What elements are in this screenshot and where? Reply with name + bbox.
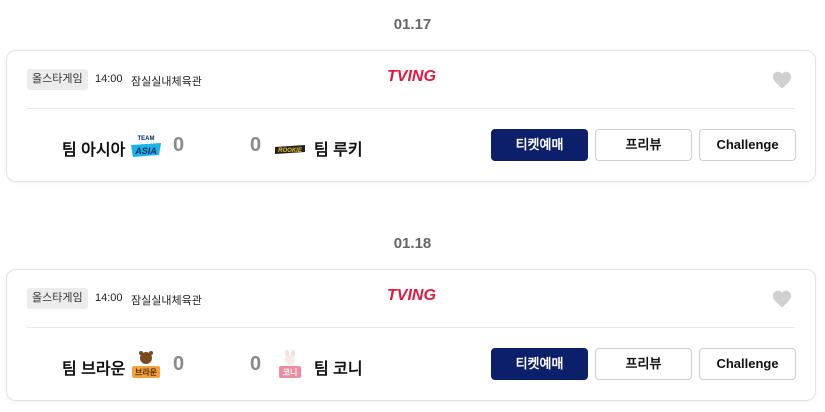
game-time: 14:00 — [95, 292, 123, 304]
heart-icon[interactable] — [771, 288, 793, 310]
ticket-button[interactable]: 티켓예매 — [491, 348, 588, 380]
away-score: 0 — [250, 134, 262, 156]
broadcaster-logo: TVING — [387, 287, 436, 304]
away-logo-text: 코니 — [283, 367, 298, 377]
challenge-button[interactable]: Challenge — [699, 348, 796, 380]
venue: 잠실실내체육관 — [131, 295, 202, 307]
ticket-button[interactable]: 티켓예매 — [491, 129, 588, 161]
home-logo-text: ASIA — [134, 146, 157, 156]
broadcaster-logo: TVING — [387, 68, 436, 85]
home-team-name: 팀 아시아 — [62, 142, 126, 159]
game-card: 올스타게임 14:00 잠실실내체육관 TVING 팀 아시아 TEAM ASI… — [6, 50, 816, 182]
preview-button[interactable]: 프리뷰 — [595, 129, 692, 161]
challenge-button[interactable]: Challenge — [699, 129, 796, 161]
game-time: 14:00 — [95, 73, 123, 85]
preview-button[interactable]: 프리뷰 — [595, 348, 692, 380]
game-type-badge: 올스타게임 — [27, 288, 88, 309]
game-date: 01.17 — [393, 16, 432, 33]
team-brown-logo-icon: 브라운 — [132, 351, 160, 378]
game-card: 올스타게임 14:00 잠실실내체육관 TVING 팀 브라운 브라운 0 0 … — [6, 269, 816, 401]
game-type-badge: 올스타게임 — [27, 69, 88, 90]
home-team-name: 팀 브라운 — [62, 361, 126, 378]
away-logo-text: ROOKIE — [278, 148, 303, 154]
away-score: 0 — [250, 353, 262, 375]
away-team-name: 팀 코니 — [314, 361, 363, 378]
away-team-name: 팀 루키 — [314, 142, 363, 159]
venue: 잠실실내체육관 — [131, 76, 202, 88]
game-date: 01.18 — [393, 235, 432, 252]
team-rookie-logo-icon: ROOKIE — [275, 145, 305, 154]
team-asia-logo-icon: TEAM ASIA — [131, 136, 161, 157]
home-score: 0 — [173, 353, 185, 375]
heart-icon[interactable] — [771, 69, 793, 91]
game-card-body: 팀 아시아 TEAM ASIA 0 0 ROOKIE 팀 루키 티켓예매 프리뷰… — [7, 109, 815, 183]
game-card-header: 올스타게임 14:00 잠실실내체육관 TVING — [27, 51, 795, 109]
game-card-body: 팀 브라운 브라운 0 0 코니 팀 코니 티켓예매 프리뷰 Challenge — [7, 328, 815, 402]
game-card-header: 올스타게임 14:00 잠실실내체육관 TVING — [27, 270, 795, 328]
team-cony-logo-icon: 코니 — [279, 350, 301, 378]
home-logo-text: 브라운 — [135, 367, 158, 377]
svg-text:TEAM: TEAM — [138, 136, 155, 142]
home-score: 0 — [173, 134, 185, 156]
